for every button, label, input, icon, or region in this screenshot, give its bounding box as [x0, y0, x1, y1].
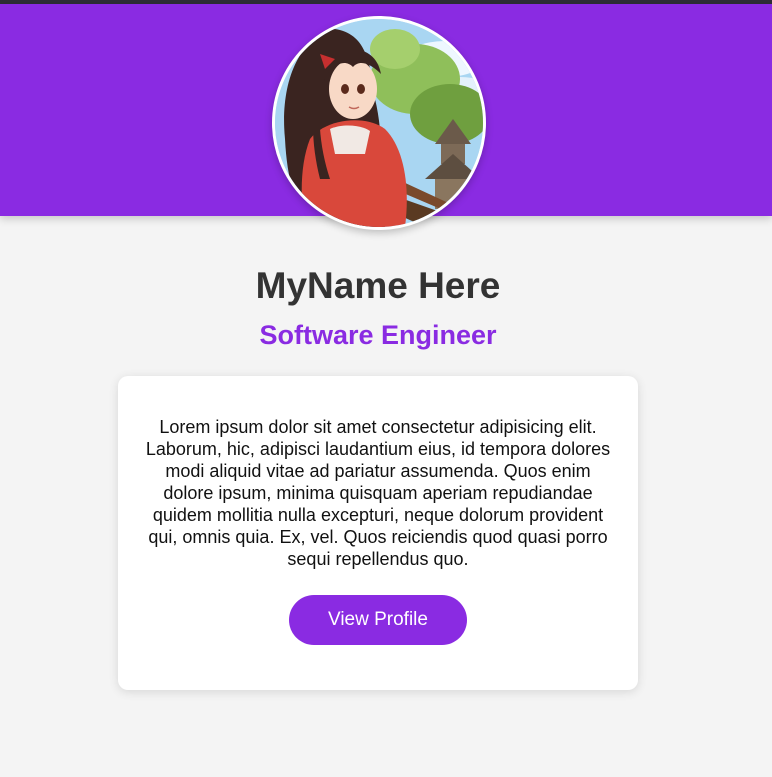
profile-bio: Lorem ipsum dolor sit amet consectetur a… — [145, 417, 611, 569]
avatar — [272, 16, 486, 230]
profile-name: MyName Here — [255, 265, 501, 306]
view-profile-button[interactable]: View Profile — [289, 595, 467, 645]
avatar-image — [275, 19, 483, 227]
profile-title: Software Engineer — [259, 320, 497, 350]
profile-card: Lorem ipsum dolor sit amet consectetur a… — [118, 376, 638, 690]
